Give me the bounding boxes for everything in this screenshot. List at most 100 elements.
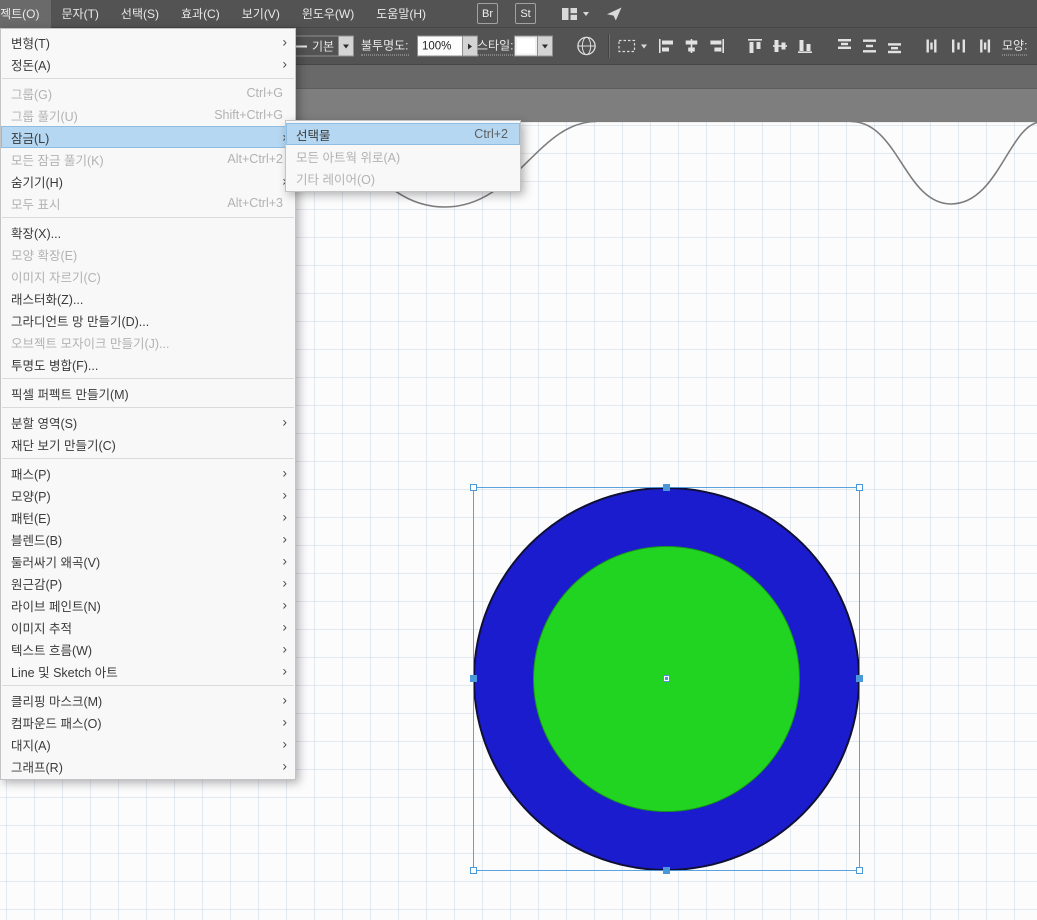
- menu-item-shortcut: Ctrl+G: [246, 86, 283, 100]
- selection-handle-bottom-left[interactable]: [470, 867, 477, 874]
- menu-item[interactable]: 패턴(E) ›: [1, 506, 295, 528]
- menu-item[interactable]: 그래프(R) ›: [1, 755, 295, 777]
- brush-preset-label: 기본: [312, 39, 335, 54]
- recolor-artwork-button[interactable]: [576, 36, 597, 57]
- menubar-item[interactable]: 효과(C): [170, 0, 231, 28]
- menu-item-label: 둘러싸기 왜곡(V): [11, 555, 101, 570]
- selection-handle-top-left[interactable]: [470, 484, 477, 491]
- menu-item-label: Line 및 Sketch 아트: [11, 665, 118, 680]
- menu-item[interactable]: Line 및 Sketch 아트 ›: [1, 660, 295, 682]
- chevron-down-icon[interactable]: [338, 36, 353, 56]
- menubar-item-label: 선택(S): [120, 6, 159, 21]
- menu-item-label: 픽셀 퍼펙트 만들기(M): [11, 387, 129, 402]
- submenu-arrow-icon: ›: [282, 618, 287, 635]
- submenu-item[interactable]: 선택물 Ctrl+2 ›: [286, 123, 520, 145]
- menu-item[interactable]: 숨기기(H) ›: [1, 170, 295, 192]
- style-label[interactable]: 스타일:: [477, 37, 514, 56]
- style-swatch: [515, 36, 537, 56]
- vertical-distribute-bottom-icon[interactable]: [883, 34, 905, 58]
- submenu-arrow-icon: ›: [282, 464, 287, 481]
- horizontal-distribute-center-icon[interactable]: [947, 34, 969, 58]
- menu-item[interactable]: 컴파운드 패스(O) ›: [1, 711, 295, 733]
- menu-item[interactable]: 블렌드(B) ›: [1, 528, 295, 550]
- horizontal-distribute-left-icon[interactable]: [922, 34, 944, 58]
- appearance-label[interactable]: 모양:: [1002, 37, 1028, 56]
- horizontal-align-right-icon[interactable]: [705, 34, 727, 58]
- menu-item-label: 투명도 병합(F)...: [11, 358, 99, 373]
- menu-item-label: 숨기기(H): [11, 175, 63, 190]
- anchor-point-bottom[interactable]: [662, 867, 670, 874]
- menu-item-shortcut: Shift+Ctrl+G: [214, 108, 283, 122]
- menu-item[interactable]: 분할 영역(S) ›: [1, 411, 295, 433]
- chevron-down-icon: [641, 44, 647, 48]
- submenu-arrow-icon: ›: [282, 552, 287, 569]
- menubar-item[interactable]: 윈도우(W): [291, 0, 365, 28]
- selection-handle-top-right[interactable]: [856, 484, 863, 491]
- brush-definition-select[interactable]: 기본: [288, 35, 354, 57]
- menu-item[interactable]: 픽셀 퍼펙트 만들기(M) ›: [1, 382, 295, 404]
- menu-item[interactable]: 투명도 병합(F)... ›: [1, 353, 295, 375]
- panel-badge[interactable]: St: [515, 3, 537, 24]
- menu-item[interactable]: 이미지 추적 ›: [1, 616, 295, 638]
- menu-item[interactable]: 잠금(L) ›: [1, 126, 295, 148]
- menu-item-label: 텍스트 흐름(W): [11, 643, 93, 658]
- chevron-down-icon[interactable]: [537, 36, 552, 56]
- anchor-point-top[interactable]: [662, 484, 670, 491]
- horizontal-align-left-icon[interactable]: [655, 34, 677, 58]
- menubar-item[interactable]: 도움말(H): [365, 0, 437, 28]
- workspace-switcher[interactable]: [561, 7, 590, 21]
- menu-item-label: 모든 잠금 풀기(K): [11, 153, 104, 168]
- menu-item[interactable]: 변형(T) ›: [1, 31, 295, 53]
- submenu-arrow-icon: ›: [282, 713, 287, 730]
- style-swatch-select[interactable]: [514, 35, 553, 57]
- menubar-item[interactable]: 선택(S): [110, 0, 170, 28]
- menu-item-label: 모두 표시: [11, 197, 61, 212]
- menu-item[interactable]: 텍스트 흐름(W) ›: [1, 638, 295, 660]
- menubar-items: 오브젝트(O) 문자(T) 선택(S) 효과(C) 보기(V) 윈도우(W) 도…: [0, 0, 437, 28]
- menubar-item[interactable]: 오브젝트(O): [0, 0, 51, 28]
- submenu-arrow-icon: ›: [282, 640, 287, 657]
- menubar-item[interactable]: 문자(T): [51, 0, 110, 28]
- menu-item[interactable]: 재단 보기 만들기(C) ›: [1, 433, 295, 455]
- share-icon[interactable]: [606, 6, 623, 22]
- vertical-align-top-icon[interactable]: [744, 34, 766, 58]
- vertical-distribute-top-icon[interactable]: [833, 34, 855, 58]
- opacity-popup-arrow[interactable]: [463, 35, 478, 57]
- menu-item-label: 그라디언트 망 만들기(D)...: [11, 314, 150, 329]
- panel-badge[interactable]: Br: [477, 3, 499, 24]
- menu-item[interactable]: 클리핑 마스크(M) ›: [1, 689, 295, 711]
- menu-item[interactable]: 원근감(P) ›: [1, 572, 295, 594]
- vertical-align-center-icon[interactable]: [769, 34, 791, 58]
- vertical-align-bottom-icon[interactable]: [794, 34, 816, 58]
- menu-item-shortcut: Alt+Ctrl+2: [227, 152, 283, 166]
- illustrator-window: 오브젝트(O) 문자(T) 선택(S) 효과(C) 보기(V) 윈도우(W) 도…: [0, 0, 1037, 920]
- opacity-input[interactable]: [417, 35, 463, 57]
- menu-item[interactable]: 래스터화(Z)... ›: [1, 287, 295, 309]
- menu-item[interactable]: 정돈(A) ›: [1, 53, 295, 75]
- selection-handle-bottom-right[interactable]: [856, 867, 863, 874]
- horizontal-align-center-icon[interactable]: [680, 34, 702, 58]
- menu-item[interactable]: 그라디언트 망 만들기(D)... ›: [1, 309, 295, 331]
- center-point-marker[interactable]: [662, 675, 670, 682]
- opacity-label[interactable]: 불투명도:: [361, 37, 409, 56]
- menu-separator: [2, 407, 294, 408]
- horizontal-distribute-right-icon[interactable]: [972, 34, 994, 58]
- menu-item-label: 모양(P): [11, 489, 51, 504]
- menu-item[interactable]: 패스(P) ›: [1, 462, 295, 484]
- menu-separator: [2, 685, 294, 686]
- menu-item[interactable]: 모양(P) ›: [1, 484, 295, 506]
- menu-item[interactable]: 확장(X)... ›: [1, 221, 295, 243]
- menu-item-shortcut: Alt+Ctrl+3: [227, 196, 283, 210]
- menubar-item-label: 보기(V): [241, 6, 280, 21]
- menubar-item[interactable]: 보기(V): [231, 0, 291, 28]
- menu-item[interactable]: 라이브 페인트(N) ›: [1, 594, 295, 616]
- submenu-arrow-icon: ›: [282, 574, 287, 591]
- menu-item[interactable]: 대지(A) ›: [1, 733, 295, 755]
- menu-item[interactable]: 둘러싸기 왜곡(V) ›: [1, 550, 295, 572]
- anchor-point-left[interactable]: [470, 675, 477, 682]
- vertical-distribute-center-icon[interactable]: [858, 34, 880, 58]
- anchor-point-right[interactable]: [856, 675, 863, 682]
- bounding-box-options[interactable]: [618, 39, 647, 54]
- menu-separator: [2, 217, 294, 218]
- submenu-item: 기타 레이어(O) ›: [286, 167, 520, 189]
